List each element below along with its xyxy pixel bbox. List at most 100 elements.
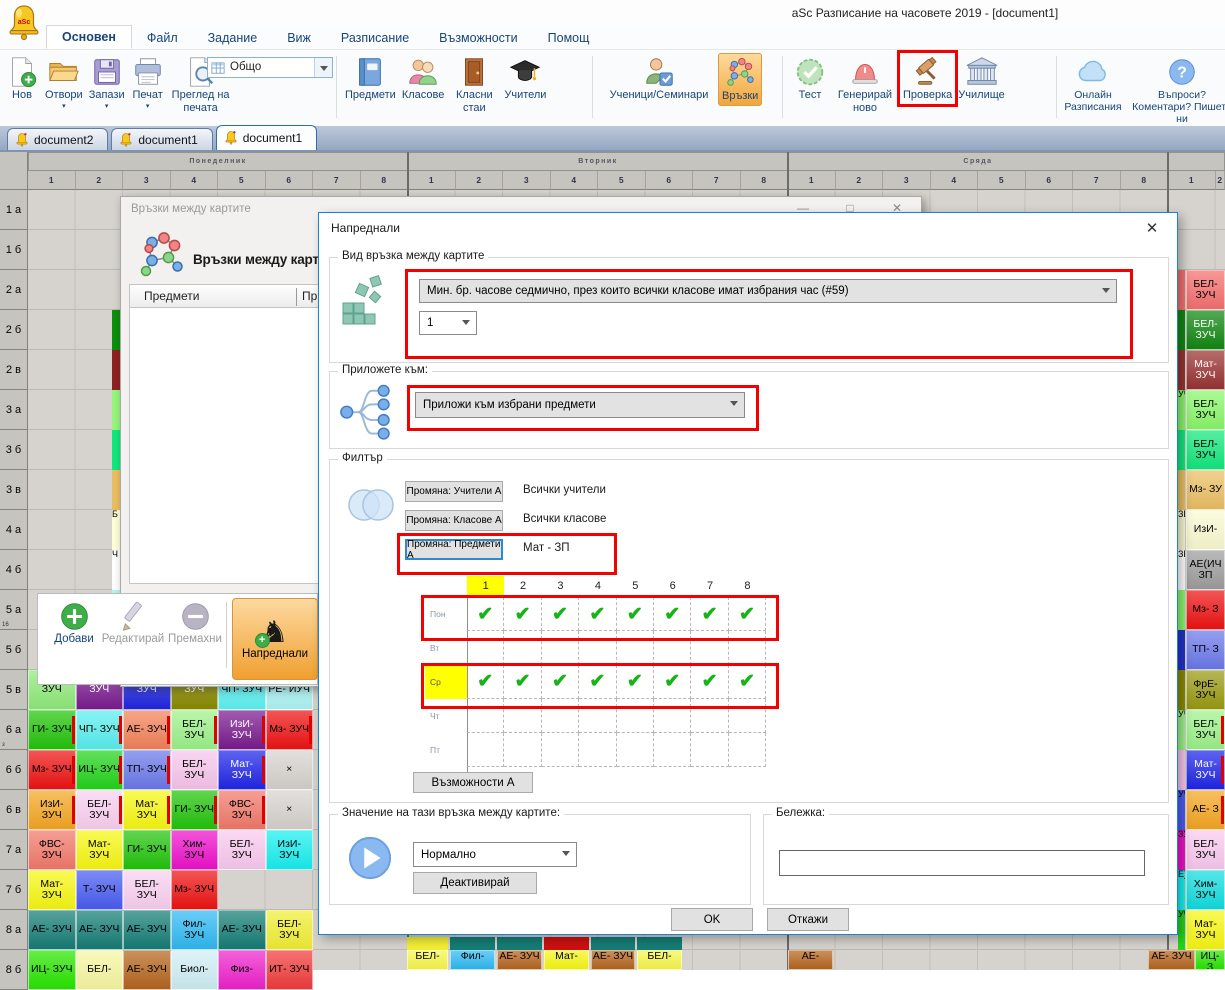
timetable-cell-sliver[interactable]	[497, 937, 542, 950]
pgrid-cell[interactable]: ✔	[504, 597, 541, 631]
doc-tab-1[interactable]: document1	[111, 128, 212, 150]
timetable-cell[interactable]: АЕ- ЗУЧ	[1148, 950, 1195, 970]
students-button[interactable]: Ученици/Семинари	[600, 53, 718, 104]
timetable-cell[interactable]: ФВС- ЗУЧ	[218, 790, 266, 830]
timetable-cell-sliver[interactable]: Е)-	[1178, 870, 1185, 910]
filter-change-button-1[interactable]: Промяна: Класове А	[405, 510, 503, 531]
menu-tab-view[interactable]: Виж	[272, 27, 326, 49]
timetable-cell[interactable]: АЕ- ЗУЧ	[76, 910, 124, 950]
timetable-cell-sliver[interactable]	[1178, 470, 1185, 510]
ok-button[interactable]: OK	[671, 908, 753, 931]
subjects-button[interactable]: Предмети	[342, 53, 399, 104]
menu-tab-options[interactable]: Възможности	[424, 27, 532, 49]
generate-button[interactable]: Генерирай ново	[830, 53, 900, 116]
pgrid-cell[interactable]: ✔	[654, 597, 691, 631]
timetable-cell[interactable]: ИЦ- ЗУЧ	[76, 750, 124, 790]
pgrid-cell[interactable]	[691, 631, 728, 665]
classrooms-button[interactable]: Класни стаи	[447, 53, 501, 116]
timetable-cell[interactable]: ×	[266, 750, 314, 790]
test-button[interactable]: Тест	[790, 53, 830, 104]
timetable-cell-sliver[interactable]: Б	[112, 510, 120, 550]
timetable-cell-sliver[interactable]: ЗП	[1178, 510, 1185, 550]
timetable-cell[interactable]: АЕ- ЗУЧ	[123, 910, 171, 950]
pgrid-cell[interactable]: ✔	[467, 597, 504, 631]
timetable-cell-sliver[interactable]	[112, 350, 120, 390]
pgrid-cell[interactable]	[579, 699, 616, 733]
timetable-cell-sliver[interactable]	[637, 937, 682, 950]
pgrid-cell[interactable]: ✔	[617, 665, 654, 699]
pgrid-cell[interactable]	[654, 631, 691, 665]
pgrid-cell[interactable]: ✔	[691, 597, 728, 631]
add-button[interactable]: Добави	[46, 600, 102, 645]
pgrid-cell[interactable]	[691, 699, 728, 733]
pgrid-cell[interactable]	[542, 699, 579, 733]
timetable-cell-sliver[interactable]	[1178, 590, 1185, 630]
pgrid-cell[interactable]	[467, 733, 504, 767]
timetable-cell[interactable]: АЕ- ЗУЧ	[218, 910, 266, 950]
pgrid-cell[interactable]	[729, 631, 766, 665]
timetable-cell-sliver[interactable]	[1178, 630, 1185, 670]
check-button[interactable]: Проверка	[900, 53, 955, 104]
teachers-button[interactable]: Учители	[501, 53, 549, 104]
importance-select[interactable]: Нормално	[413, 842, 577, 867]
menu-tab-help[interactable]: Помощ	[533, 27, 605, 49]
row-label[interactable]: 2 б	[0, 310, 28, 350]
timetable-cell[interactable]: ФВС- ЗУЧ	[28, 830, 76, 870]
pgrid-cell[interactable]	[617, 733, 654, 767]
timetable-cell[interactable]: ИТ- ЗУЧ	[266, 950, 314, 990]
pgrid-cell[interactable]: ✔	[617, 597, 654, 631]
row-label[interactable]: 6 б	[0, 750, 28, 790]
pgrid-cell[interactable]	[691, 733, 728, 767]
timetable-cell[interactable]: ИЦ- З	[1195, 950, 1225, 970]
timetable-cell[interactable]: ИзИ- ЗУЧ	[266, 830, 314, 870]
timetable-cell[interactable]: БЕЛ- ЗУЧ	[1186, 390, 1225, 430]
timetable-cell[interactable]: ИзИ- ЗУЧ	[218, 710, 266, 750]
pgrid-cell[interactable]	[729, 699, 766, 733]
timetable-cell[interactable]: БЕЛ- ЗУЧ	[1186, 710, 1225, 750]
timetable-cell-sliver[interactable]	[1178, 310, 1185, 350]
timetable-cell-sliver[interactable]	[112, 430, 120, 470]
timetable-cell[interactable]: Мз- ЗУЧ	[171, 870, 219, 910]
pgrid-cell[interactable]	[654, 733, 691, 767]
timetable-cell[interactable]: АЕ- З	[1186, 790, 1225, 830]
timetable-cell[interactable]: БЕЛ- ЗУЧ	[1186, 270, 1225, 310]
deactivate-button[interactable]: Деактивирай	[413, 872, 537, 894]
pgrid-cell[interactable]	[504, 631, 541, 665]
menu-tab-assignment[interactable]: Задание	[193, 27, 273, 49]
timetable-cell[interactable]: Мат- ЗУЧ	[28, 870, 76, 910]
note-input[interactable]	[779, 850, 1145, 876]
pgrid-cell[interactable]	[617, 699, 654, 733]
row-label[interactable]: 4 б	[0, 550, 28, 590]
school-button[interactable]: Училище	[955, 53, 1007, 104]
timetable-cell[interactable]: АЕ-	[788, 950, 833, 970]
row-label[interactable]: 7 б	[0, 870, 28, 910]
timetable-cell[interactable]: БЕЛ- ЗУЧ	[1186, 830, 1225, 870]
pgrid-cell[interactable]	[542, 733, 579, 767]
pgrid-cell[interactable]: ✔	[654, 665, 691, 699]
timetable-cell[interactable]: БЕЛ- ЗУЧ	[123, 870, 171, 910]
pgrid-cell[interactable]: ✔	[729, 665, 766, 699]
possibilities-button[interactable]: Възможности А	[413, 772, 533, 793]
pgrid-cell[interactable]: ✔	[579, 665, 616, 699]
timetable-cell[interactable]: ТП- ЗУЧ	[123, 750, 171, 790]
pgrid-cell[interactable]	[467, 631, 504, 665]
timetable-cell-sliver[interactable]	[1178, 270, 1185, 310]
timetable-cell[interactable]: АЕ- ЗУЧ	[123, 710, 171, 750]
timetable-cell[interactable]: ГИ- ЗУЧ	[123, 830, 171, 870]
pgrid-cell[interactable]	[617, 631, 654, 665]
filter-change-button-2[interactable]: Промяна: Предмети А	[405, 539, 503, 560]
pgrid-cell[interactable]: ✔	[467, 665, 504, 699]
row-label[interactable]: 5 б	[0, 630, 28, 670]
timetable-cell[interactable]: БЕЛ- ЗУЧ	[1186, 430, 1225, 470]
online-button[interactable]: Онлайн Разписания	[1060, 53, 1126, 115]
timetable-cell[interactable]: БЕЛ- ЗУЧ	[76, 790, 124, 830]
timetable-cell[interactable]: Мз- ЗУЧ	[28, 750, 76, 790]
timetable-cell[interactable]: ЧП- ЗУЧ	[76, 710, 124, 750]
menu-tab-file[interactable]: Файл	[132, 27, 193, 49]
new-button[interactable]: Нов	[2, 53, 42, 104]
row-label[interactable]: 2 а	[0, 270, 28, 310]
timetable-cell[interactable]: Фил-	[450, 950, 495, 970]
timetable-cell[interactable]: АЕ- ЗУЧ	[28, 910, 76, 950]
timetable-cell[interactable]: Мз- ЗУЧ	[266, 710, 314, 750]
pgrid-cell[interactable]: ✔	[542, 665, 579, 699]
